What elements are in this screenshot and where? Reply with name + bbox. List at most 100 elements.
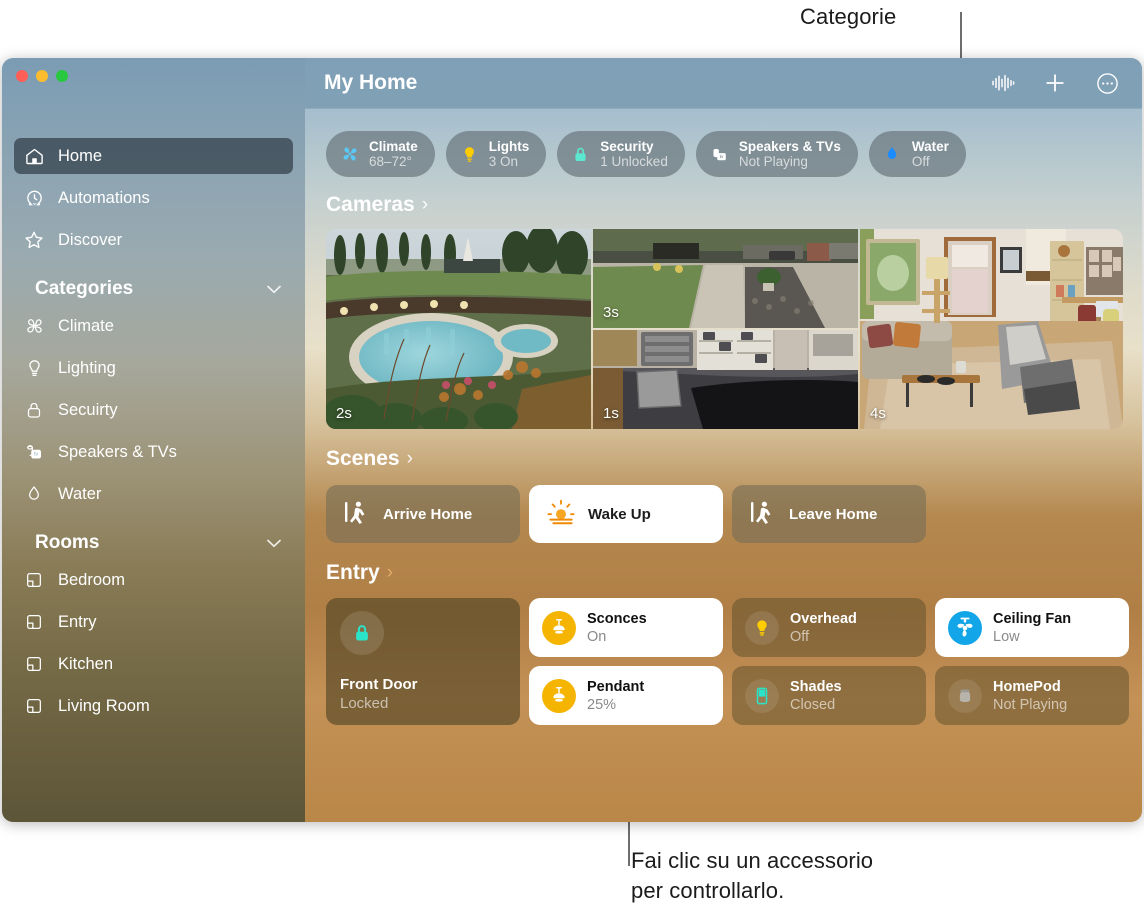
sidebar-item-label: Water [58,484,102,503]
status-chip-security[interactable]: Security 1 Unlocked [557,131,685,177]
status-chip-value: 3 On [488,153,519,169]
accessory-state: Off [790,628,810,645]
accessory-homepod[interactable]: HomePod Not Playing [935,666,1129,725]
homepod-icon [948,678,982,713]
scene-wake-up[interactable]: Wake Up [529,485,723,543]
sidebar-item-bedroom[interactable]: Bedroom [14,562,293,598]
sidebar-item-label: Lighting [58,358,116,377]
sidebar-item-entry[interactable]: Entry [14,604,293,640]
accessory-shades[interactable]: Shades Closed [732,666,926,725]
shade-icon [745,678,779,713]
sidebar-item-kitchen[interactable]: Kitchen [14,646,293,682]
accessory-pendant[interactable]: Pendant 25% [529,666,723,725]
sidebar-list: Home Automations Discover Categories Cli… [2,92,305,724]
svg-text:tv: tv [719,154,723,160]
star-icon [23,229,45,251]
accessory-name: Overhead [790,610,857,627]
callout-accessory-label: Fai clic su un accessorio per controllar… [631,848,874,903]
sidebar-item-water[interactable]: Water [14,476,293,512]
page-title: My Home [324,71,418,94]
status-chip-value: 1 Unlocked [600,153,668,169]
scene-arrive-home[interactable]: Arrive Home [326,485,520,543]
section-header-entry[interactable]: Entry › [305,561,1142,585]
chevron-right-icon[interactable]: › [422,194,428,216]
svg-text:tv: tv [34,452,38,458]
sidebar-item-living-room[interactable]: Living Room [14,688,293,724]
sidebar-item-label: Automations [58,188,150,207]
sidebar-item-security[interactable]: Secuirty [14,392,293,428]
chevron-right-icon[interactable]: › [407,448,413,470]
sidebar-item-label: Living Room [58,696,150,715]
accessory-sconces[interactable]: Sconces On [529,598,723,657]
sidebar-item-lighting[interactable]: Lighting [14,350,293,386]
sunrise-icon [547,499,575,530]
droplet-icon [23,483,45,505]
close-button[interactable] [16,70,28,82]
status-chips: Climate 68–72° Lights 3 On Security 1 Un… [305,109,1142,177]
accessory-front-door[interactable]: Front Door Locked [326,598,520,725]
camera-tile-driveway[interactable]: 3s [593,229,858,328]
camera-timestamp: 3s [603,304,619,321]
home-app-window: Home Automations Discover Categories Cli… [2,58,1142,822]
accessory-state: Closed [790,696,836,713]
scene-list: Arrive Home Wake Up Leave Home [305,471,1142,543]
status-chip-climate[interactable]: Climate 68–72° [326,131,435,177]
bulb-icon [745,610,779,645]
chevron-right-icon[interactable]: › [387,562,393,584]
status-chip-lights[interactable]: Lights 3 On [445,131,547,177]
accessory-overhead[interactable]: Overhead Off [732,598,926,657]
speaker-tv-icon: tv [709,144,730,165]
bulb-icon [459,144,480,165]
sidebar: Home Automations Discover Categories Cli… [2,58,305,822]
section-header-scenes[interactable]: Scenes › [305,447,1142,471]
accessory-state: On [587,628,607,645]
accessory-ceiling-fan[interactable]: Ceiling Fan Low [935,598,1129,657]
status-chip-speakers-tvs[interactable]: tv Speakers & TVs Not Playing [695,131,858,177]
status-chip-water[interactable]: Water Off [868,131,966,177]
scene-label: Wake Up [588,505,651,523]
status-chip-value: Off [911,153,930,169]
add-button[interactable] [1042,70,1068,96]
scene-leave-home[interactable]: Leave Home [732,485,926,543]
sidebar-item-discover[interactable]: Discover [14,222,293,258]
sidebar-group-rooms[interactable]: Rooms [14,532,293,554]
lock-icon [340,611,384,655]
camera-timestamp: 4s [870,405,886,422]
status-chip-title: Water [911,138,949,154]
sidebar-group-categories[interactable]: Categories [14,278,293,300]
accessory-state: 25% [587,696,617,713]
pendant-lamp-icon [542,610,576,645]
chevron-down-icon[interactable] [267,532,281,554]
accessory-name: Shades [790,678,842,695]
sidebar-item-home[interactable]: Home [14,138,293,174]
window-controls [16,70,68,82]
speaker-tv-icon: tv [23,441,45,463]
scene-label: Arrive Home [383,505,473,523]
waveform-icon[interactable] [990,70,1016,96]
camera-tile-pool[interactable]: 2s [326,229,591,429]
callout-categories-label: Categorie [800,4,897,29]
entry-accessory-grid: Front Door Locked Sconces On Pendant 25%… [305,585,1142,725]
status-chip-title: Climate [369,138,418,154]
sidebar-item-label: Secuirty [58,400,118,419]
walk-icon [344,498,370,531]
camera-tile-garage[interactable]: 1s [593,330,858,429]
sidebar-item-climate[interactable]: Climate [14,308,293,344]
accessory-name: Front Door [340,676,418,693]
camera-tile-living-room[interactable]: 4s [860,229,1123,429]
accessory-name: Pendant [587,678,645,695]
titlebar: My Home [305,58,1142,109]
fan-icon [23,315,45,337]
room-icon [23,653,45,675]
section-header-cameras[interactable]: Cameras › [305,193,1142,217]
minimize-button[interactable] [36,70,48,82]
chevron-down-icon[interactable] [267,278,281,300]
sidebar-item-label: Climate [58,316,114,335]
camera-column-middle: 3s 1s [593,229,858,429]
more-options-button[interactable] [1094,70,1120,96]
zoom-button[interactable] [56,70,68,82]
sidebar-item-automations[interactable]: Automations [14,180,293,216]
sidebar-item-speakers-tvs[interactable]: tv Speakers & TVs [14,434,293,470]
accessory-state: Not Playing [993,696,1068,713]
sidebar-item-label: Kitchen [58,654,114,673]
